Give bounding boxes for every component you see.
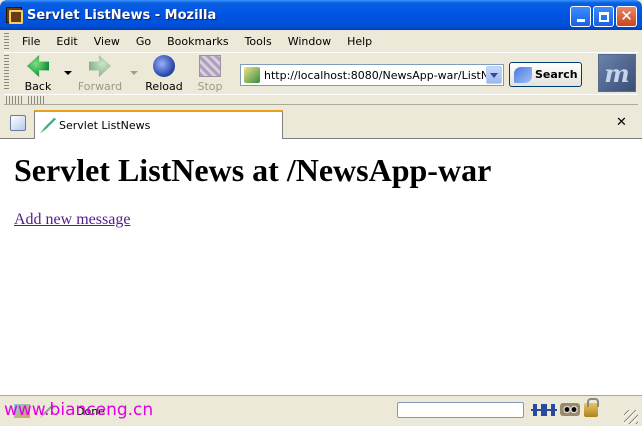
status-bar: Done www.bianceng.cn — [0, 395, 642, 426]
menu-bookmarks[interactable]: Bookmarks — [159, 35, 236, 48]
title-bar[interactable]: Servlet ListNews - Mozilla ✕ — [0, 0, 642, 30]
menu-file[interactable]: File — [14, 35, 48, 48]
forward-dropdown-icon[interactable] — [130, 71, 138, 75]
close-tab-icon[interactable]: ✕ — [616, 115, 627, 130]
tab-page-icon — [40, 117, 56, 134]
navigation-toolbar: Back Forward Reload Stop http://localhos… — [4, 52, 638, 94]
throbber-icon[interactable]: m — [598, 54, 636, 92]
stop-button[interactable]: Stop — [194, 55, 226, 93]
personal-toolbar-strip — [4, 94, 638, 105]
maximize-icon — [598, 11, 609, 22]
url-bar[interactable]: http://localhost:8080/NewsApp-war/ListNe… — [240, 64, 504, 86]
menu-bar: File Edit View Go Bookmarks Tools Window… — [4, 31, 638, 52]
back-icon — [27, 55, 49, 77]
watermark: www.bianceng.cn — [4, 400, 154, 420]
stop-label: Stop — [197, 80, 223, 93]
resize-grip[interactable] — [624, 410, 638, 424]
menu-go[interactable]: Go — [128, 35, 159, 48]
add-new-message-link[interactable]: Add new message — [14, 211, 130, 229]
menu-help[interactable]: Help — [339, 35, 380, 48]
toolbar-collapse-grip[interactable] — [28, 96, 46, 104]
tab-servlet-listnews[interactable]: Servlet ListNews — [34, 110, 283, 139]
reload-icon — [153, 55, 175, 77]
menu-edit[interactable]: Edit — [48, 35, 85, 48]
menu-window[interactable]: Window — [280, 35, 339, 48]
window-title: Servlet ListNews - Mozilla — [27, 8, 217, 23]
close-button[interactable]: ✕ — [616, 6, 637, 27]
page-heading: Servlet ListNews at /NewsApp-war — [14, 152, 492, 188]
page-content: Servlet ListNews at /NewsApp-war Add new… — [0, 139, 642, 395]
connection-icon[interactable] — [531, 404, 557, 416]
tab-label: Servlet ListNews — [59, 119, 151, 132]
menu-view[interactable]: View — [86, 35, 128, 48]
forward-label: Forward — [77, 80, 123, 93]
search-icon — [514, 66, 532, 83]
stop-icon — [199, 55, 221, 77]
menu-grip[interactable] — [4, 32, 9, 51]
forward-icon — [89, 55, 111, 77]
back-label: Back — [24, 80, 52, 93]
progress-bar — [397, 402, 524, 418]
back-dropdown-icon[interactable] — [64, 71, 72, 75]
new-tab-icon[interactable] — [10, 115, 26, 131]
search-button[interactable]: Search — [509, 62, 582, 87]
menu-collapse-grip[interactable] — [6, 96, 24, 104]
eyes-icon[interactable] — [560, 403, 580, 416]
search-label: Search — [535, 68, 578, 81]
menu-tools[interactable]: Tools — [237, 35, 280, 48]
tab-bar: Servlet ListNews ✕ — [0, 107, 642, 139]
reload-label: Reload — [145, 80, 183, 93]
site-icon — [244, 67, 260, 83]
url-input[interactable]: http://localhost:8080/NewsApp-war/ListNe… — [264, 69, 486, 82]
forward-button[interactable]: Forward — [78, 55, 122, 93]
back-button[interactable]: Back — [22, 55, 54, 93]
minimize-button[interactable] — [570, 6, 591, 27]
minimize-icon — [576, 19, 585, 22]
url-history-dropdown[interactable] — [486, 66, 502, 84]
lock-icon[interactable] — [584, 398, 599, 417]
toolbar-grip[interactable] — [4, 55, 9, 91]
maximize-button[interactable] — [593, 6, 614, 27]
app-icon[interactable] — [6, 7, 23, 24]
close-icon: ✕ — [620, 7, 633, 25]
reload-button[interactable]: Reload — [144, 55, 184, 93]
